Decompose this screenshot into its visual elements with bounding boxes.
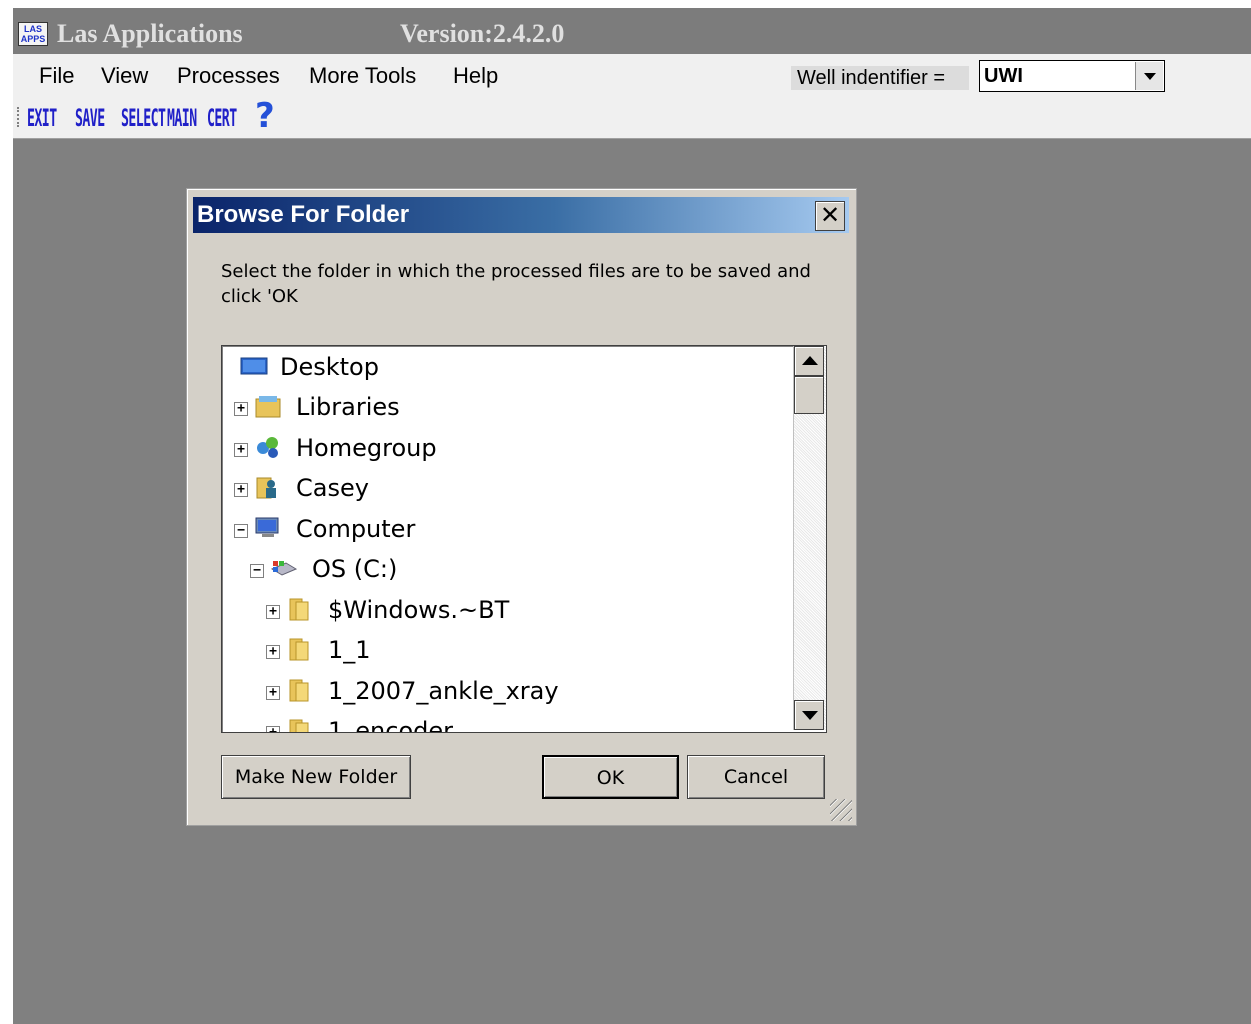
app-logo-icon: LAS APPS	[18, 22, 48, 46]
title-bar: LAS APPS Las Applications Version:2.4.2.0	[13, 8, 1251, 54]
expand-icon[interactable]: +	[266, 686, 280, 700]
expand-icon[interactable]: +	[266, 726, 280, 732]
tree-item-label: Homegroup	[296, 434, 437, 462]
well-identifier-value: UWI	[984, 65, 1023, 87]
tree-item-label: Casey	[296, 474, 369, 502]
app-title: Las Applications	[57, 19, 243, 48]
menu-view[interactable]: View	[101, 64, 148, 88]
cert-button[interactable]: CERT	[207, 104, 237, 132]
folder-icon	[289, 598, 309, 621]
collapse-icon[interactable]: −	[250, 564, 264, 578]
folder-icon	[289, 679, 309, 702]
tree-scrollbar[interactable]	[793, 346, 826, 730]
dialog-title: Browse For Folder	[197, 201, 410, 228]
tree-item-label: 1_1	[328, 636, 371, 664]
menu-more-tools[interactable]: More Tools	[309, 64, 416, 88]
menu-processes[interactable]: Processes	[177, 64, 280, 88]
dialog-title-bar[interactable]: Browse For Folder ✕	[193, 197, 849, 233]
expand-icon[interactable]: +	[234, 443, 248, 457]
resize-grip-icon[interactable]	[830, 799, 852, 821]
make-new-folder-button[interactable]: Make New Folder	[221, 755, 411, 799]
homegroup-icon	[257, 437, 278, 458]
tree-item-label: $Windows.~BT	[328, 596, 510, 624]
desktop-icon	[240, 357, 268, 375]
tree-item-label: Libraries	[296, 393, 400, 421]
expand-icon[interactable]: +	[234, 483, 248, 497]
help-icon[interactable]: ?	[255, 99, 275, 133]
scroll-down-icon[interactable]	[794, 700, 824, 730]
well-identifier-select[interactable]: UWI	[979, 60, 1165, 92]
computer-icon	[255, 517, 279, 537]
folder-icon	[289, 719, 309, 732]
menu-bar: File View Processes More Tools Help Well…	[13, 54, 1251, 96]
close-icon[interactable]: ✕	[815, 201, 845, 231]
folder-tree[interactable]: Desktop + Libraries + Homegroup + Casey …	[221, 345, 827, 733]
toolbar-grip[interactable]	[17, 107, 21, 127]
scroll-thumb[interactable]	[794, 376, 824, 414]
expand-icon[interactable]: +	[266, 605, 280, 619]
libraries-icon	[255, 396, 281, 418]
tree-item-label: Desktop	[280, 353, 379, 381]
tree-item-label: 1_2007_ankle_xray	[328, 677, 559, 705]
select-button[interactable]: SELECT	[121, 104, 166, 132]
dropdown-arrow-icon[interactable]	[1135, 62, 1163, 90]
tree-item-label: 1_encoder	[328, 717, 453, 733]
dialog-message: Select the folder in which the processed…	[221, 261, 811, 307]
well-identifier-label: Well indentifier =	[791, 66, 969, 90]
expand-icon[interactable]: +	[266, 645, 280, 659]
expand-icon[interactable]: +	[234, 402, 248, 416]
exit-button[interactable]: EXIT	[27, 104, 57, 132]
scroll-up-icon[interactable]	[794, 346, 824, 376]
tree-item-label: OS (C:)	[312, 555, 398, 583]
collapse-icon[interactable]: −	[234, 524, 248, 538]
toolbar: EXIT SAVE SELECT MAIN CERT ?	[13, 96, 1251, 139]
app-version: Version:2.4.2.0	[400, 19, 565, 48]
drive-icon	[270, 561, 298, 576]
menu-help[interactable]: Help	[453, 64, 498, 88]
cancel-button[interactable]: Cancel	[687, 755, 825, 799]
user-folder-icon	[256, 477, 276, 499]
folder-icon	[289, 638, 309, 661]
browse-for-folder-dialog: Browse For Folder ✕ Select the folder in…	[186, 188, 857, 826]
save-button[interactable]: SAVE	[75, 104, 105, 132]
menu-file[interactable]: File	[39, 64, 74, 88]
main-button[interactable]: MAIN	[167, 104, 197, 132]
ok-button[interactable]: OK	[542, 755, 679, 799]
tree-item-label: Computer	[296, 515, 416, 543]
